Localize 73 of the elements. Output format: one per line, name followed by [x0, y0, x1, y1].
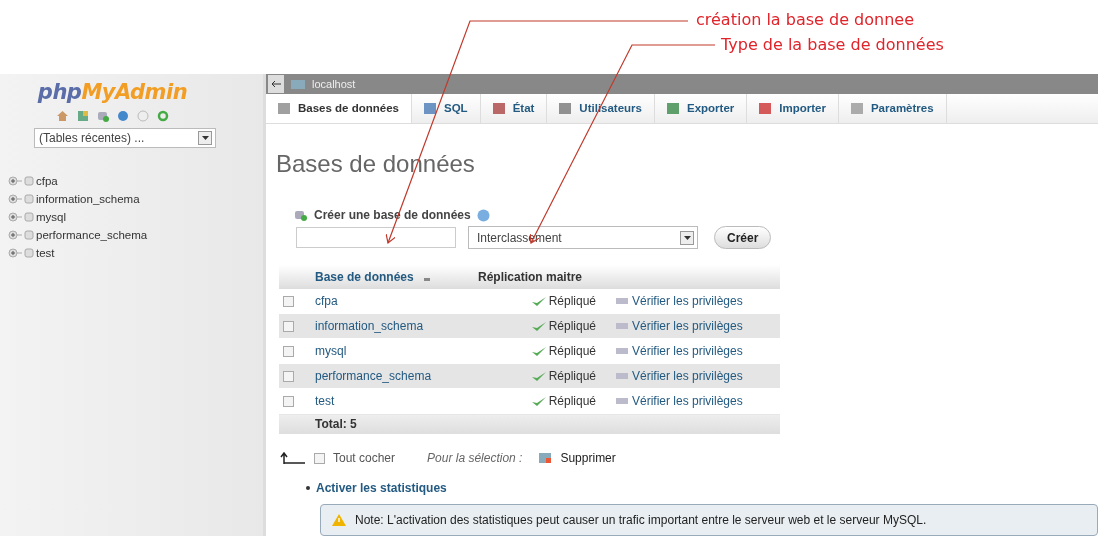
privileges-icon — [616, 347, 628, 355]
database-item[interactable]: performance_schema — [36, 229, 148, 241]
reload-icon[interactable] — [157, 110, 169, 122]
logo: phpMyAdmin — [36, 80, 189, 104]
row-checkbox[interactable] — [283, 371, 294, 383]
selection-label: Pour la sélection : — [427, 451, 523, 465]
privileges-icon — [616, 397, 628, 405]
check-icon — [530, 371, 547, 383]
row-checkbox[interactable] — [283, 396, 294, 408]
tab[interactable]: Bases de données — [266, 93, 412, 123]
annotation-label: Type de la base de données — [721, 35, 944, 54]
server-icon — [290, 77, 306, 90]
row-checkbox[interactable] — [283, 346, 294, 358]
expand-icon[interactable] — [8, 194, 22, 204]
create-button[interactable]: Créer — [714, 226, 772, 249]
enable-statistics-link[interactable]: Activer les statistiques — [316, 481, 447, 495]
replication-status: Répliqué — [548, 369, 596, 383]
annotation-label: création la base de donnee — [696, 10, 914, 29]
database-icon — [294, 209, 308, 221]
database-item[interactable]: cfpa — [36, 175, 58, 187]
database-name-field[interactable] — [296, 227, 456, 248]
help-icon[interactable] — [476, 208, 490, 222]
table-icon[interactable] — [77, 110, 89, 122]
database-icon[interactable] — [97, 110, 109, 122]
row-checkbox[interactable] — [283, 321, 294, 333]
expand-icon[interactable] — [8, 248, 22, 258]
check-icon — [530, 296, 547, 308]
check-icon — [530, 346, 547, 358]
replication-status: Répliqué — [548, 294, 596, 308]
replication-status: Répliqué — [548, 394, 596, 408]
row-checkbox[interactable] — [283, 296, 294, 308]
tab[interactable]: Importer — [747, 93, 839, 123]
privileges-icon — [616, 322, 628, 330]
warning-icon — [331, 513, 347, 527]
tab[interactable]: Paramètres — [838, 93, 947, 123]
caret-icon — [683, 235, 691, 240]
check-privileges-link[interactable]: Vérifier les privilèges — [632, 344, 743, 358]
privileges-icon — [616, 297, 628, 305]
column-header: Réplication maitre — [474, 265, 612, 289]
database-link[interactable]: cfpa — [315, 294, 338, 308]
privileges-icon — [616, 372, 628, 380]
replication-status: Répliqué — [548, 319, 596, 333]
collapse-button[interactable] — [268, 74, 284, 93]
delete-icon — [538, 452, 553, 464]
check-privileges-link[interactable]: Vérifier les privilèges — [632, 394, 743, 408]
select-arrow-icon — [280, 452, 306, 464]
tab[interactable]: Exporter — [655, 93, 748, 123]
database-item[interactable]: test — [36, 247, 55, 259]
database-item[interactable]: mysql — [36, 211, 67, 223]
recent-tables-dropdown[interactable]: (Tables récentes) ... — [34, 128, 216, 148]
bullet-icon — [306, 486, 310, 490]
check-icon — [530, 396, 547, 408]
caret-icon — [201, 136, 209, 140]
tab[interactable]: SQL — [412, 93, 481, 123]
expand-icon[interactable] — [8, 212, 22, 222]
expand-icon[interactable] — [8, 176, 22, 186]
check-all-label[interactable]: Tout cocher — [333, 451, 396, 465]
tab[interactable]: État — [480, 93, 548, 123]
arrow-icon — [271, 80, 281, 87]
check-all-checkbox[interactable] — [314, 452, 325, 464]
help-icon[interactable] — [117, 110, 129, 122]
sort-icon[interactable] — [423, 278, 430, 281]
replication-status: Répliqué — [548, 344, 596, 358]
total-count: Total: 5 — [311, 413, 474, 435]
database-link[interactable]: mysql — [315, 344, 347, 358]
expand-icon[interactable] — [8, 230, 22, 240]
delete-button[interactable]: Supprimer — [538, 451, 616, 465]
check-icon — [530, 321, 547, 333]
database-item[interactable]: information_schema — [36, 193, 140, 205]
home-icon[interactable] — [56, 110, 69, 122]
database-link[interactable]: test — [315, 394, 335, 408]
check-privileges-link[interactable]: Vérifier les privilèges — [632, 294, 743, 308]
notice-text: Note: L'activation des statistiques peut causer un trafic important entre le serveur web et le serveur MySQL. — [355, 513, 927, 527]
